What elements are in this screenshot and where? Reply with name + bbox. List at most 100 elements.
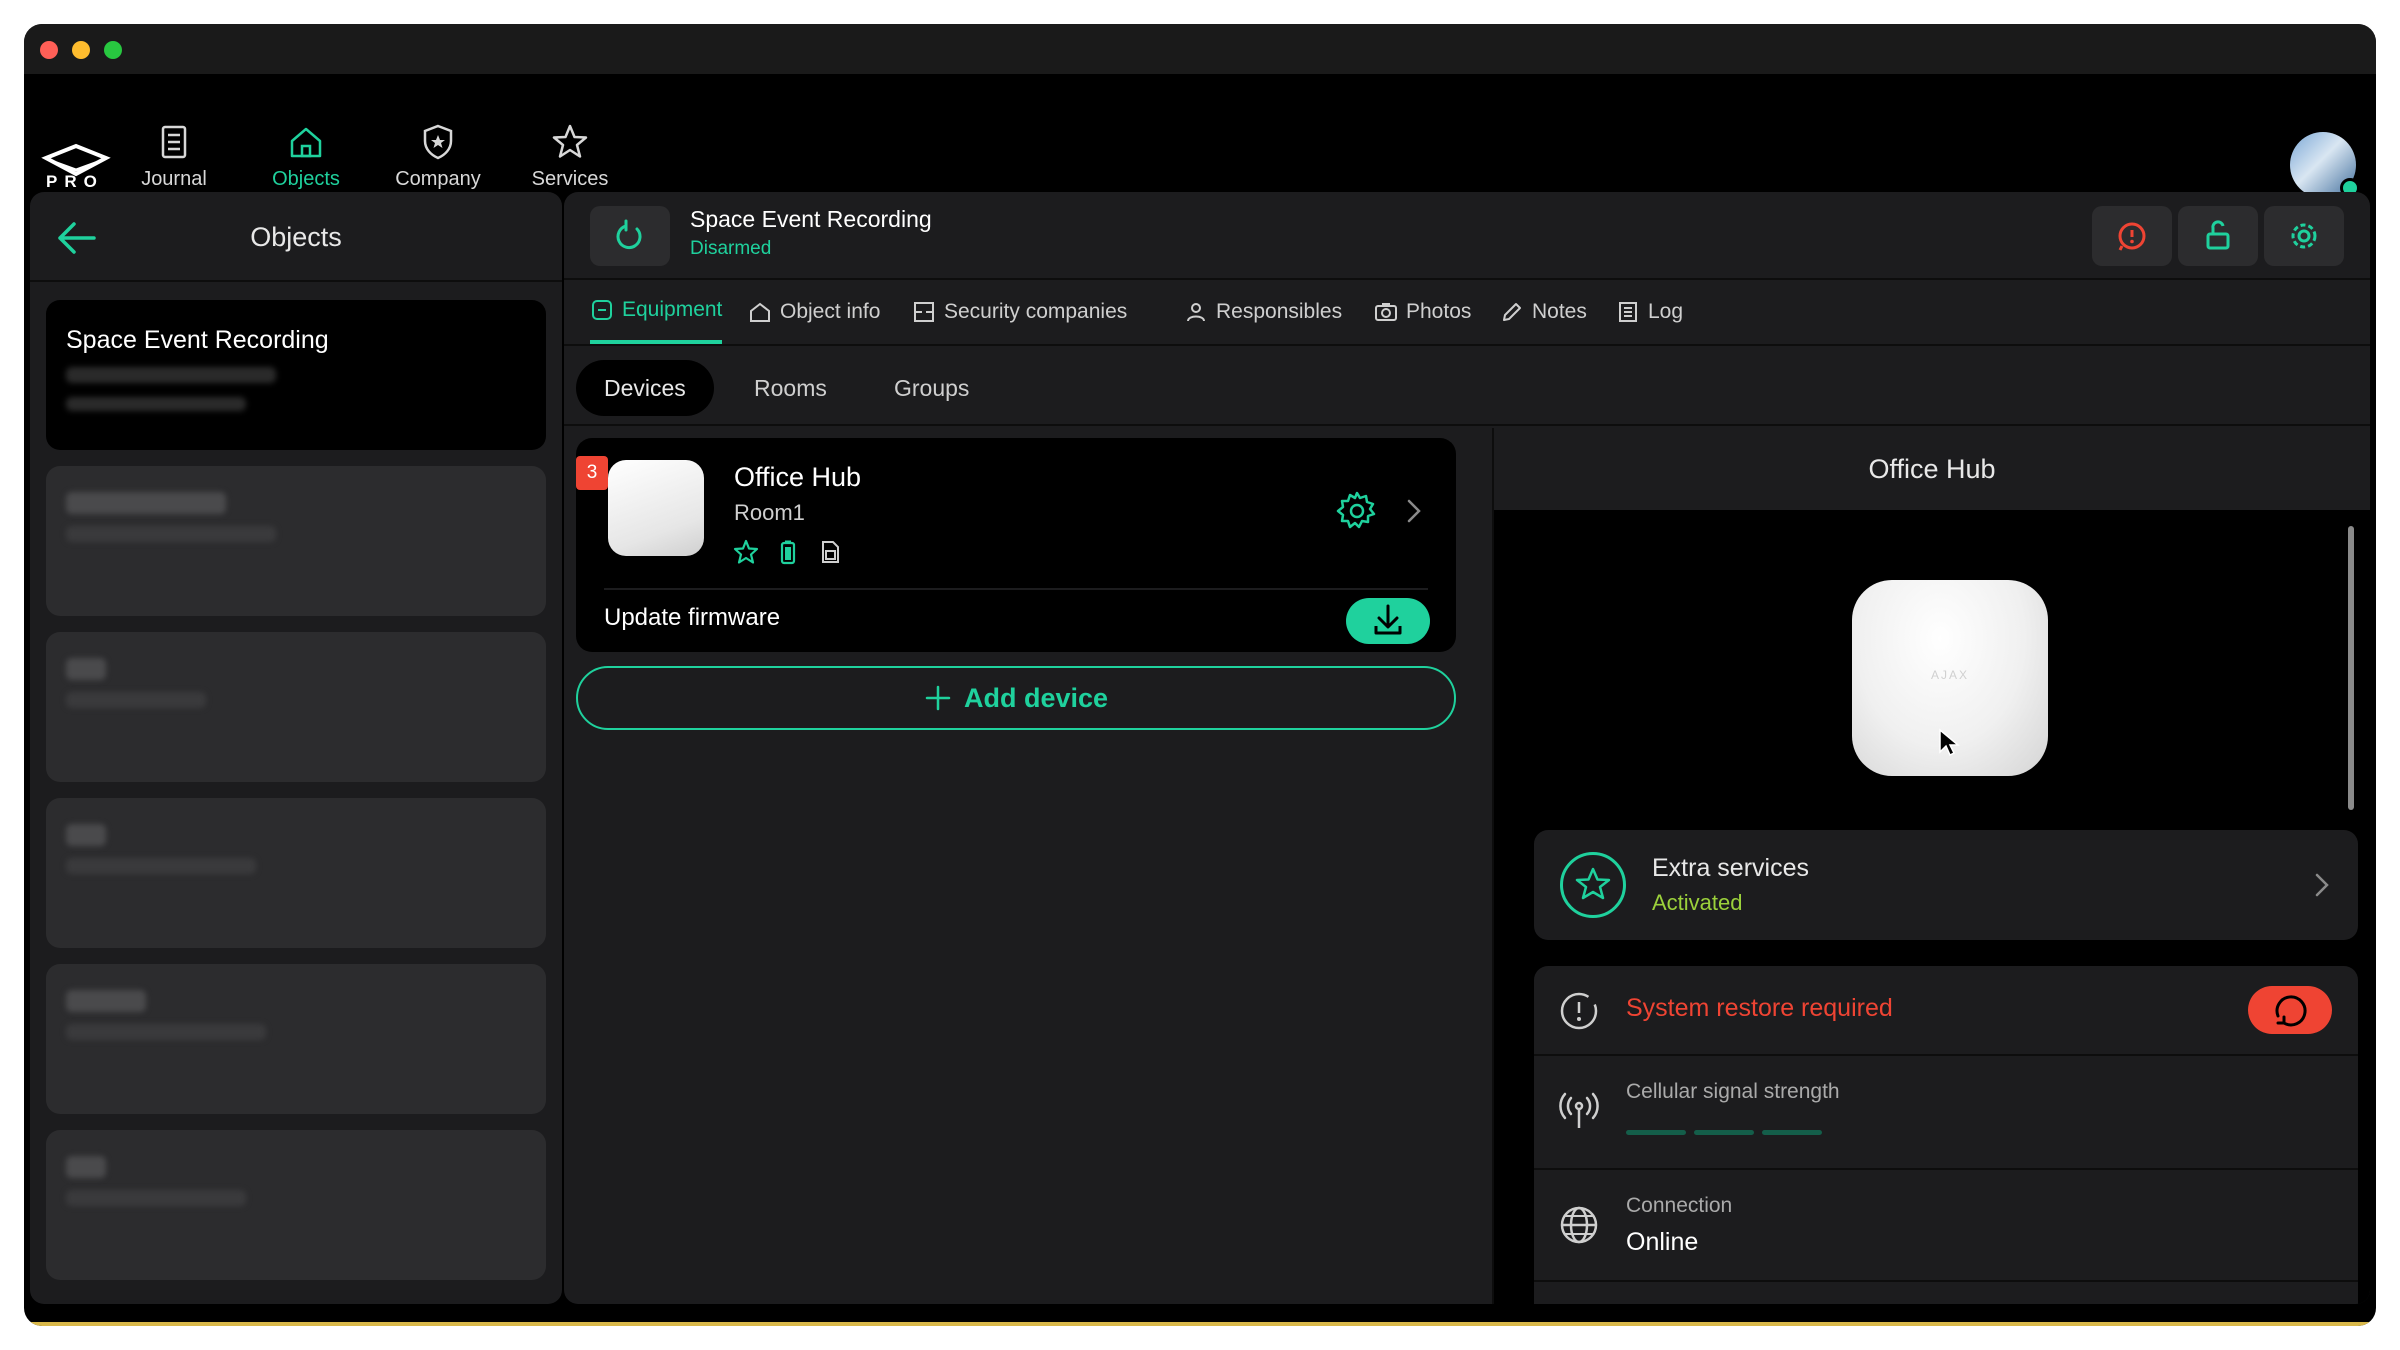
object-blurred-name [66,492,226,514]
hub-status-list: System restore required Cellular signal … [1534,966,2358,1304]
log-icon [1619,302,1637,322]
tab-responsibles[interactable]: Responsibles [1184,280,1342,344]
tab-photos[interactable]: Photos [1374,280,1471,344]
detail-title: Office Hub [1494,428,2370,510]
object-settings-button[interactable] [2264,206,2344,266]
chevron-right-icon[interactable] [1404,496,1424,526]
object-blurred-line [66,1190,246,1206]
sim-card-icon [822,541,839,563]
signal-bar [1694,1130,1754,1135]
object-card[interactable] [46,632,546,782]
camera-icon [1375,303,1397,321]
object-status: Disarmed [690,238,772,259]
notification-badge: 3 [576,456,608,490]
minimize-window-button[interactable] [72,41,90,59]
nav-journal-label: Journal [141,168,207,190]
tab-label: Responsibles [1216,300,1343,323]
hub-brand-text: AJAX [1930,668,1969,682]
tab-label: Security companies [944,300,1128,323]
restore-icon [2275,995,2307,1027]
alert-restore-icon [1560,992,1598,1030]
star-icon [733,539,759,564]
app-window: PRO Journal Objects Company Services Obj… [24,24,2376,1326]
extra-services-title: Extra services [1652,854,1809,882]
company-icon [914,302,934,322]
unlock-icon [2206,220,2230,250]
star-icon [1575,867,1611,900]
tab-equipment[interactable]: Equipment [590,280,723,344]
scrollbar[interactable] [2348,526,2354,810]
nav-services-label: Services [531,168,609,190]
plus-icon [925,685,951,711]
object-blurred-line [66,858,256,874]
home-icon [750,302,770,322]
tab-label: Log [1648,300,1684,323]
tab-object-info[interactable]: Object info [748,280,880,344]
bottom-accent-line [24,1322,2376,1326]
restore-row: System restore required [1534,966,2358,1056]
device-status-icons [732,538,844,566]
restore-required-text: System restore required [1626,994,1893,1022]
extra-services-row[interactable]: Extra services Activated [1534,830,2358,940]
arm-state-button[interactable] [590,206,670,266]
logo-text: PRO [46,172,104,191]
object-header: Space Event Recording Disarmed [564,192,2370,280]
device-settings-icon[interactable] [1334,488,1380,534]
add-device-label: Add device [963,682,1109,713]
update-firmware-button[interactable] [1346,598,1430,644]
device-name: Office Hub [734,462,862,492]
object-blurred-line [66,397,246,411]
close-window-button[interactable] [40,41,58,59]
nav-company-label: Company [395,168,481,190]
object-blurred-line [66,367,276,383]
device-card[interactable]: 3 Office Hub Room1 Update firmware [576,438,1456,652]
refresh-icon [616,219,642,250]
object-tabs: Equipment Object info Security companies… [564,280,2370,346]
home-icon [290,127,322,158]
cellular-signal-label: Cellular signal strength [1626,1080,1840,1103]
object-card[interactable] [46,798,546,948]
mouse-cursor-icon [1939,728,1960,757]
restore-action-button[interactable] [2092,206,2172,266]
maximize-window-button[interactable] [104,41,122,59]
object-blurred-name [66,990,146,1012]
tab-security-companies[interactable]: Security companies [912,280,1127,344]
tab-log[interactable]: Log [1616,280,1683,344]
sidebar-header: Objects [30,192,562,282]
tab-label: Object info [780,300,881,323]
equipment-subtabs: Devices Rooms Groups [564,346,2370,426]
person-icon [1187,303,1205,322]
object-title: Space Event Recording [690,206,932,232]
hub-thumbnail [608,460,704,556]
object-card-active[interactable]: Space Event Recording [46,300,546,450]
update-firmware-label: Update firmware [604,604,781,631]
subtab-groups[interactable]: Groups [866,360,997,416]
device-detail-panel: Office Hub AJAX Extra services Activated… [1492,428,2370,1304]
tab-label: Equipment [622,298,723,321]
subtab-devices[interactable]: Devices [576,360,714,416]
gear-icon [2291,223,2317,249]
object-blurred-line [66,526,276,542]
connection-row: Connection Online [1534,1170,2358,1282]
pencil-icon [1503,303,1521,321]
tab-label: Photos [1406,300,1472,323]
device-room: Room1 [734,500,805,525]
object-card[interactable] [46,466,546,616]
add-device-button[interactable]: Add device [576,666,1456,730]
subtab-rooms[interactable]: Rooms [726,360,855,416]
extra-services-badge [1560,852,1626,918]
object-blurred-name [66,824,106,846]
device-list: 3 Office Hub Room1 Update firmware Add d… [564,428,1492,1304]
star-icon [552,124,588,158]
object-name: Space Event Recording [66,326,329,354]
divider [604,588,1428,590]
object-card[interactable] [46,964,546,1114]
restore-button[interactable] [2248,986,2332,1034]
object-card[interactable] [46,1130,546,1280]
connection-label: Connection [1626,1194,1733,1217]
share-access-button[interactable] [2178,206,2258,266]
signal-bar [1762,1130,1822,1135]
tab-notes[interactable]: Notes [1500,280,1587,344]
tab-label: Notes [1532,300,1587,323]
object-blurred-line [66,1024,266,1040]
